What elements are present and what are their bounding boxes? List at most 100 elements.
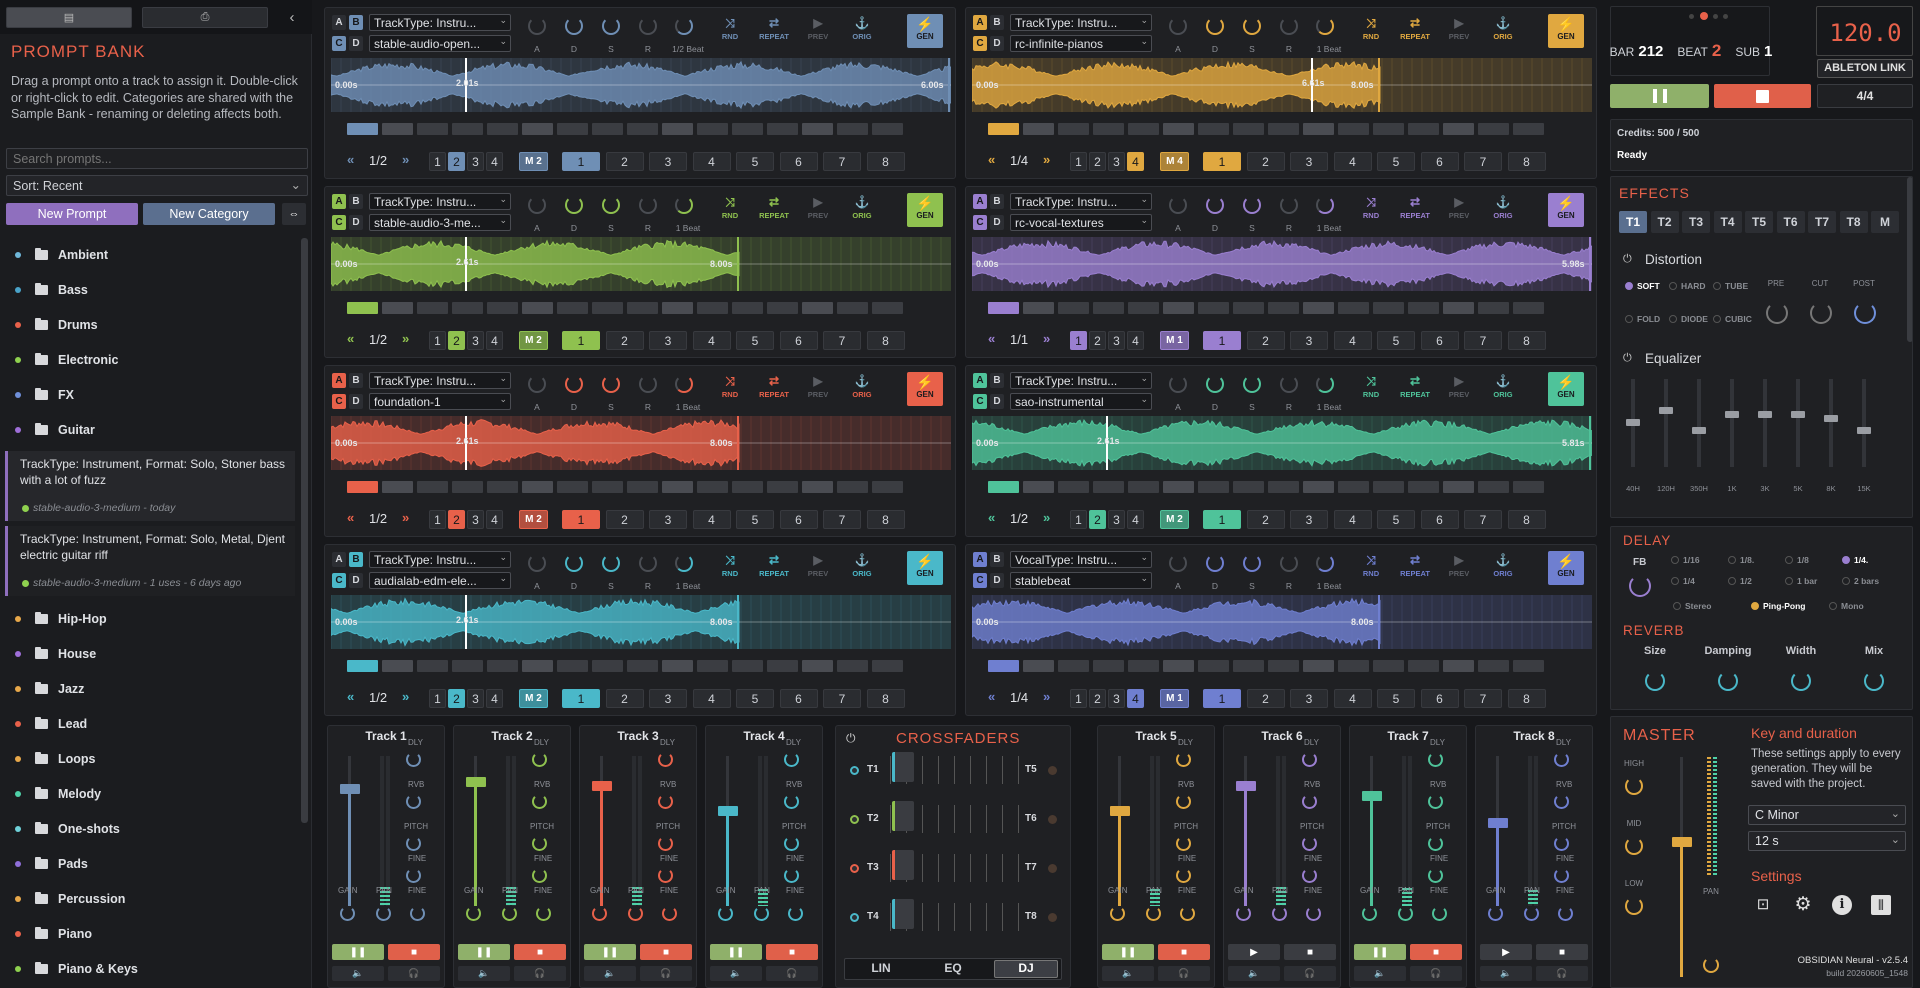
step-cell[interactable] [1058, 302, 1089, 314]
adsr-knob[interactable] [528, 554, 546, 572]
slot-button[interactable]: 5 [736, 510, 774, 529]
step-cell[interactable] [872, 123, 903, 135]
step-cell[interactable] [1268, 302, 1299, 314]
adsr-knob[interactable] [565, 554, 583, 572]
mixer-knob[interactable] [340, 906, 355, 921]
slot-b-button[interactable]: B [349, 552, 363, 567]
mixer-knob[interactable] [1554, 794, 1569, 809]
master-fader[interactable] [1672, 837, 1692, 847]
pause-button[interactable]: ❚❚ [584, 944, 636, 960]
step-cell[interactable] [988, 660, 1019, 672]
new-prompt-button[interactable]: New Prompt [6, 203, 138, 225]
step-cell[interactable] [1163, 660, 1194, 672]
step-cell[interactable] [1408, 660, 1439, 672]
effects-tab[interactable]: T1 [1619, 211, 1647, 233]
delay-time-radio[interactable]: 1/8 [1785, 555, 1809, 565]
delay-time-radio[interactable]: 1/4. [1842, 555, 1868, 565]
adsr-knob[interactable] [1206, 17, 1224, 35]
mixer-knob[interactable] [1110, 906, 1125, 921]
mixer-knob[interactable] [406, 836, 421, 851]
slot-button[interactable]: 8 [1507, 152, 1546, 171]
bank-button[interactable]: 1 [1070, 331, 1087, 350]
repeat-button[interactable]: ⇄ REPEAT [752, 554, 796, 588]
prompt-select[interactable]: TrackType: Instru... ⌄ [369, 372, 511, 389]
delay-time-radio[interactable]: 1 bar [1785, 576, 1817, 586]
step-cell[interactable] [1303, 123, 1334, 135]
step-cell[interactable] [557, 123, 588, 135]
generate-button[interactable]: ⚡ GEN [1548, 14, 1584, 48]
adsr-knob[interactable] [639, 17, 657, 35]
slot-b-button[interactable]: B [990, 373, 1004, 388]
bank-button[interactable]: 2 [1089, 689, 1106, 708]
expand-collapse-button[interactable]: ⇔ [282, 203, 306, 225]
pause-button[interactable] [1610, 84, 1709, 108]
mute-button[interactable]: 🔈 [1102, 966, 1154, 981]
slot-button[interactable]: 6 [1420, 152, 1459, 171]
beat-knob[interactable] [675, 554, 693, 572]
slot-button[interactable]: 6 [779, 689, 818, 708]
next-page-button[interactable]: » [402, 689, 409, 704]
volume-fader[interactable] [1362, 791, 1382, 801]
mode-lin-button[interactable]: LIN [849, 961, 913, 977]
slot-button[interactable]: 6 [779, 331, 818, 350]
stop-button[interactable]: ■ [388, 944, 440, 960]
master-eq-knob[interactable] [1625, 897, 1643, 915]
slot-a-button[interactable]: A [332, 15, 346, 30]
slot-button[interactable]: 2 [1246, 331, 1285, 350]
original-button[interactable]: ⚓ ORIG [1481, 17, 1525, 51]
category-row[interactable]: Electronic [0, 343, 298, 377]
step-cell[interactable] [732, 123, 763, 135]
adsr-knob[interactable] [528, 196, 546, 214]
step-cell[interactable] [767, 660, 798, 672]
adsr-knob[interactable] [1206, 375, 1224, 393]
step-cell[interactable] [347, 660, 378, 672]
mixer-knob[interactable] [532, 836, 547, 851]
step-cell[interactable] [767, 302, 798, 314]
slot-button[interactable]: 5 [1377, 510, 1415, 529]
step-cell[interactable] [662, 123, 693, 135]
waveform[interactable]: 0.00s 2.01s 6.00s [331, 58, 951, 112]
step-cell[interactable] [452, 123, 483, 135]
mixer-knob[interactable] [784, 752, 799, 767]
eq-slider-handle[interactable] [1758, 411, 1772, 418]
slot-button[interactable]: 2 [605, 152, 644, 171]
mixer-knob[interactable] [1176, 752, 1191, 767]
master-eq-knob[interactable] [1625, 837, 1643, 855]
category-row[interactable]: Piano [0, 917, 298, 951]
slot-a-button[interactable]: A [332, 373, 346, 388]
duration-select[interactable]: 12 s ⌄ [1748, 831, 1906, 851]
mixer-knob[interactable] [628, 906, 643, 921]
step-cell[interactable] [627, 660, 658, 672]
category-row[interactable]: Pads [0, 847, 298, 881]
slot-button[interactable]: 3 [1290, 331, 1328, 350]
step-cell[interactable] [1338, 660, 1369, 672]
slot-d-button[interactable]: D [990, 394, 1004, 409]
mixer-knob[interactable] [1432, 906, 1447, 921]
mixer-knob[interactable] [1362, 906, 1377, 921]
repeat-button[interactable]: ⇄ REPEAT [752, 196, 796, 230]
slot-button[interactable]: 1 [562, 689, 600, 708]
distortion-mode-radio[interactable]: SOFT [1625, 281, 1660, 291]
slot-button[interactable]: 2 [605, 689, 644, 708]
slot-button[interactable]: 4 [1333, 510, 1372, 529]
stop-button[interactable]: ■ [640, 944, 692, 960]
step-cell[interactable] [382, 302, 413, 314]
prev-page-button[interactable]: « [347, 331, 354, 346]
repeat-button[interactable]: ⇄ REPEAT [752, 375, 796, 409]
prompt-select[interactable]: TrackType: Instru... ⌄ [1010, 14, 1152, 31]
bank-button[interactable]: 4 [1127, 510, 1144, 529]
mixer-knob[interactable] [410, 906, 425, 921]
step-cell[interactable] [1478, 123, 1509, 135]
step-cell[interactable] [1303, 302, 1334, 314]
step-cell[interactable] [767, 481, 798, 493]
sort-select[interactable]: Sort: Recent ⌄ [6, 175, 308, 196]
eq-slider-handle[interactable] [1857, 427, 1871, 434]
adsr-knob[interactable] [1169, 196, 1187, 214]
preview-button[interactable]: ▶ PREV [1437, 554, 1481, 588]
next-page-button[interactable]: » [1043, 689, 1050, 704]
solo-button[interactable]: 🎧 [1158, 966, 1210, 981]
step-cell[interactable] [1478, 481, 1509, 493]
mixer-knob[interactable] [532, 868, 547, 883]
stop-button[interactable]: ■ [1410, 944, 1462, 960]
adsr-knob[interactable] [1206, 196, 1224, 214]
